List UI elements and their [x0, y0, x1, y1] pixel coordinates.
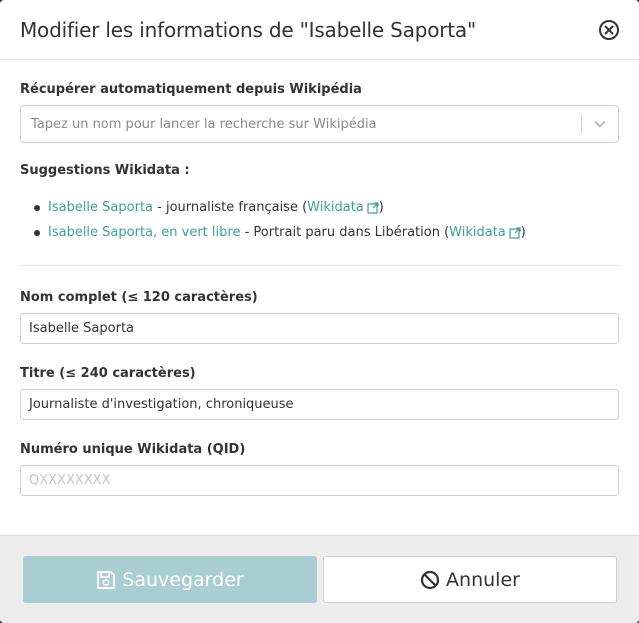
full-name-field: Nom complet (≤ 120 caractères) Isabelle …	[20, 290, 619, 344]
cancel-label: Annuler	[446, 568, 520, 591]
suggestion-close-paren: )	[378, 200, 384, 215]
suggestion-description: - Portrait paru dans Libération (	[240, 225, 450, 240]
external-link-icon[interactable]	[509, 226, 521, 239]
suggestion-link[interactable]: Isabelle Saporta	[48, 200, 153, 215]
full-name-input[interactable]: Isabelle Saporta	[20, 313, 619, 344]
bullet-icon	[34, 229, 40, 236]
title-label: Titre (≤ 240 caractères)	[20, 366, 196, 381]
modal-footer: Sauvegarder Annuler	[0, 535, 639, 623]
suggestions-list: Isabelle Saporta - journaliste française…	[20, 195, 619, 245]
save-label: Sauvegarder	[122, 568, 244, 591]
wikipedia-label: Récupérer automatiquement depuis Wikipéd…	[20, 82, 362, 97]
suggestions-title: Suggestions Wikidata :	[20, 163, 190, 178]
wikidata-link[interactable]: Wikidata	[449, 225, 506, 240]
modal-header: Modifier les informations de "Isabelle S…	[0, 0, 639, 60]
ban-icon	[420, 570, 440, 589]
suggestion-description: - journaliste française (	[153, 200, 308, 215]
wikidata-link[interactable]: Wikidata	[307, 200, 364, 215]
bullet-icon	[34, 204, 40, 211]
title-input[interactable]: Journaliste d'investigation, chroniqueus…	[20, 389, 619, 420]
close-icon[interactable]	[598, 19, 620, 41]
chevron-down-icon[interactable]	[582, 117, 618, 131]
qid-field: Numéro unique Wikidata (QID) QXXXXXXXX	[20, 442, 619, 496]
save-button[interactable]: Sauvegarder	[23, 556, 317, 603]
modal-title: Modifier les informations de "Isabelle S…	[20, 17, 476, 42]
suggestion-link[interactable]: Isabelle Saporta, en vert libre	[48, 225, 240, 240]
qid-input[interactable]: QXXXXXXXX	[20, 465, 619, 496]
wikipedia-search-placeholder: Tapez un nom pour lancer la recherche su…	[31, 116, 377, 132]
title-field: Titre (≤ 240 caractères) Journaliste d'i…	[20, 366, 619, 420]
edit-speaker-modal: Modifier les informations de "Isabelle S…	[0, 0, 639, 623]
cancel-button[interactable]: Annuler	[323, 556, 617, 603]
save-icon	[97, 570, 116, 589]
wikipedia-search-select[interactable]: Tapez un nom pour lancer la recherche su…	[20, 105, 619, 143]
divider	[20, 265, 619, 266]
suggestion-item: Isabelle Saporta, en vert libre - Portra…	[34, 220, 619, 245]
suggestion-close-paren: )	[520, 225, 526, 240]
modal-body: Récupérer automatiquement depuis Wikipéd…	[0, 60, 639, 496]
suggestion-item: Isabelle Saporta - journaliste française…	[34, 195, 619, 220]
external-link-icon[interactable]	[367, 201, 379, 214]
qid-label: Numéro unique Wikidata (QID)	[20, 442, 246, 457]
full-name-label: Nom complet (≤ 120 caractères)	[20, 290, 258, 305]
